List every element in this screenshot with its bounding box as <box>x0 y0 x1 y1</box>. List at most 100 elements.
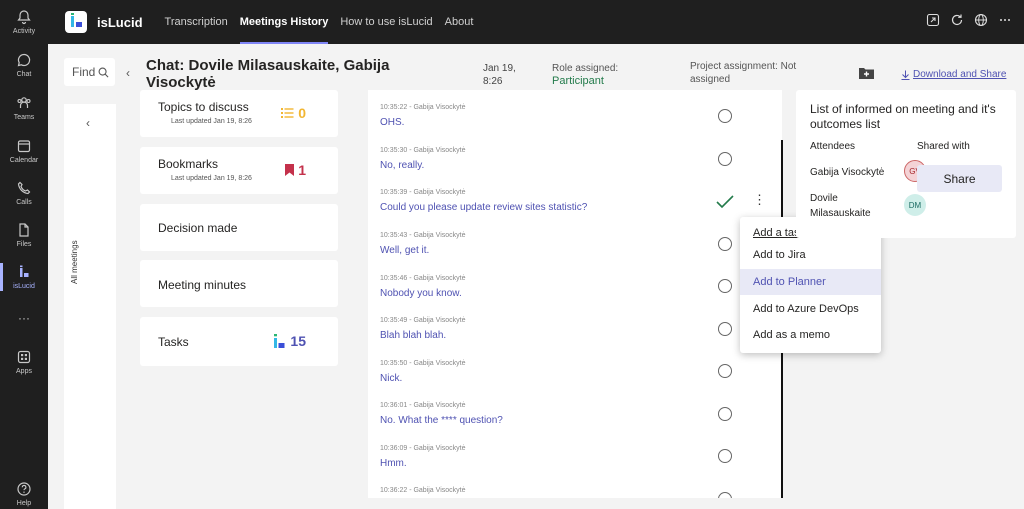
mark-task-circle[interactable] <box>718 152 732 166</box>
message-text: No. What the **** question? <box>380 415 503 426</box>
rail-item-calls[interactable]: Calls <box>0 173 48 213</box>
rail-item-chat[interactable]: Chat <box>0 45 48 85</box>
message-meta: 10:35:39 - Gabija Visockytė <box>380 189 466 196</box>
menu-item-planner[interactable]: Add to Planner <box>740 269 881 295</box>
message-meta: 10:36:09 - Gabija Visockytė <box>380 445 466 452</box>
popout-icon[interactable] <box>926 13 940 27</box>
menu-item-jira[interactable]: Add to Jira <box>740 242 881 268</box>
card-topics-count: 0 <box>281 105 306 121</box>
app-title: isLucid <box>97 14 143 30</box>
islucid-logo <box>65 11 87 33</box>
list-item: 10:36:01 - Gabija Visockytė No. What the … <box>380 402 700 426</box>
bell-icon <box>17 10 31 25</box>
mark-task-circle[interactable] <box>718 407 732 421</box>
message-meta: 10:35:49 - Gabija Visockytė <box>380 317 466 324</box>
card-bookmarks-count: 1 <box>285 162 306 178</box>
card-tasks-count-value: 15 <box>290 333 306 349</box>
download-icon <box>901 70 910 80</box>
rail-label-teams: Teams <box>13 114 35 121</box>
chat-transcript: 10:35:22 - Gabija Visockytė OHS. 10:35:30… <box>368 90 782 498</box>
rail-label-calls: Calls <box>16 199 32 206</box>
tab-about[interactable]: About <box>439 0 480 44</box>
rail-label-calendar: Calendar <box>9 157 39 164</box>
mark-task-circle[interactable] <box>718 364 732 378</box>
rail-item-apps[interactable]: Apps <box>0 342 48 382</box>
rail-item-more[interactable]: ··· <box>0 298 48 338</box>
rail-item-files[interactable]: Files <box>0 215 48 255</box>
add-folder-icon[interactable] <box>858 66 875 80</box>
informed-panel: List of informed on meeting and it's out… <box>796 90 1016 238</box>
more-vertical-icon[interactable]: ⋮ <box>753 193 766 206</box>
download-share-link[interactable]: Download and Share <box>901 69 1006 80</box>
tab-meetings-history[interactable]: Meetings History <box>234 0 335 44</box>
rail-item-islucid[interactable]: isLucid <box>0 257 48 297</box>
project-assignment: Project assignment: Not assigned <box>690 61 797 85</box>
message-meta: 10:35:50 - Gabija Visockytė <box>380 360 466 367</box>
rail-item-help[interactable]: Help <box>0 474 48 509</box>
page-title: Chat: Dovile Milasauskaite, Gabija Visoc… <box>146 57 390 91</box>
card-topics-title: Topics to discuss <box>158 100 249 114</box>
top-bar: isLucid Transcription Meetings History H… <box>48 0 1024 44</box>
attendees-header: Attendees <box>810 141 856 152</box>
card-bookmarks-updated: Last updated Jan 19, 8:26 <box>171 175 252 182</box>
find-input[interactable]: Find <box>64 58 115 86</box>
card-bookmarks-title: Bookmarks <box>158 157 219 171</box>
card-minutes-title: Meeting minutes <box>158 278 247 292</box>
card-decision[interactable]: Decision made <box>140 204 338 251</box>
calendar-icon <box>17 140 31 153</box>
tab-transcription[interactable]: Transcription <box>159 0 234 44</box>
card-tasks[interactable]: Tasks 15 <box>140 317 338 366</box>
mark-task-circle[interactable] <box>718 492 732 498</box>
message-text: OHS. <box>380 117 405 128</box>
message-text: No, really. <box>380 160 425 171</box>
back-chevron-icon[interactable]: ‹ <box>126 66 130 80</box>
list-item: 10:35:46 - Gabija Visockytė Nobody you kn… <box>380 275 700 299</box>
list-item: 10:36:09 - Gabija Visockytė Hmm. <box>380 445 700 469</box>
attendee-name: Dovile Milasauskaite <box>810 193 871 219</box>
more-options-icon[interactable] <box>998 13 1012 27</box>
download-share-label: Download and Share <box>913 69 1007 80</box>
mark-task-circle[interactable] <box>718 237 732 251</box>
rail-item-teams[interactable]: Teams <box>0 88 48 128</box>
rail-label-chat: Chat <box>16 71 32 78</box>
share-button[interactable]: Share <box>917 165 1002 192</box>
mark-task-circle[interactable] <box>718 279 732 293</box>
card-bookmarks[interactable]: Bookmarks Last updated Jan 19, 8:26 1 <box>140 147 338 194</box>
menu-item-azure-devops[interactable]: Add to Azure DevOps <box>740 296 881 322</box>
meeting-date-line2: 8:26 <box>483 76 503 87</box>
refresh-icon[interactable] <box>950 13 964 27</box>
card-minutes[interactable]: Meeting minutes <box>140 260 338 307</box>
message-meta: 10:35:22 - Gabija Visockytė <box>380 104 466 111</box>
globe-icon[interactable] <box>974 13 988 27</box>
rail-item-activity[interactable]: Activity <box>0 2 48 42</box>
card-bookmarks-count-value: 1 <box>298 162 306 178</box>
top-icons <box>926 13 1012 27</box>
rail-item-calendar[interactable]: Calendar <box>0 131 48 171</box>
message-text: Hmm. <box>380 458 407 469</box>
message-text: Blah blah blah. <box>380 330 447 341</box>
menu-item-memo[interactable]: Add as a memo <box>740 322 881 348</box>
role-value: Participant <box>552 75 604 87</box>
more-icon: ··· <box>18 311 30 325</box>
list-icon <box>281 108 294 118</box>
card-topics[interactable]: Topics to discuss Last updated Jan 19, 8… <box>140 90 338 137</box>
collapse-chevron-icon[interactable]: ‹ <box>86 116 90 130</box>
card-topics-updated: Last updated Jan 19, 8:26 <box>171 118 252 125</box>
message-meta: 10:35:43 - Gabija Visockytė <box>380 232 466 239</box>
tab-how-to-use[interactable]: How to use isLucid <box>334 0 438 44</box>
islucid-icon <box>20 265 29 277</box>
role-assigned: Role assigned: Participant <box>552 62 618 88</box>
all-meetings-label[interactable]: All meetings <box>70 240 79 284</box>
mark-task-circle[interactable] <box>718 109 732 123</box>
list-item: 10:35:49 - Gabija Visockytė Blah blah bla… <box>380 317 700 341</box>
phone-icon <box>17 181 31 195</box>
attendee-name: Gabija Visockytė <box>810 167 885 178</box>
check-icon[interactable] <box>715 194 735 210</box>
rail-label-apps: Apps <box>16 368 32 375</box>
mark-task-circle[interactable] <box>718 322 732 336</box>
message-text: Nobody you know. <box>380 288 462 299</box>
list-item: 10:35:22 - Gabija Visockytė OHS. <box>380 104 700 128</box>
avatar: DM <box>904 194 926 216</box>
rail-label-files: Files <box>16 241 32 248</box>
mark-task-circle[interactable] <box>718 449 732 463</box>
